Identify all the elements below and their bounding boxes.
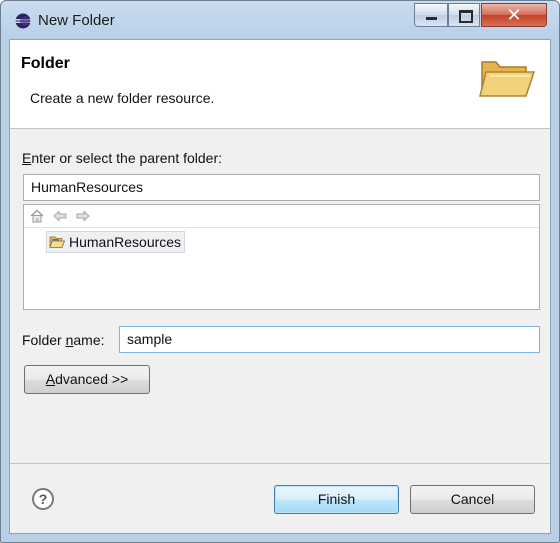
open-folder-icon [479,61,536,97]
eclipse-icon [15,13,31,29]
header-description: Create a new folder resource. [30,90,215,106]
close-button[interactable]: ✕ [481,3,547,27]
folder-name-input[interactable]: sample [119,326,540,353]
tree-item-humanresources[interactable]: HumanResources [46,231,186,253]
folder-tree[interactable]: HumanResources [23,204,540,310]
advanced-button[interactable]: Advanced >> [24,365,150,394]
minimize-icon [426,17,437,20]
home-icon[interactable] [30,209,44,223]
tree-item-label: HumanResources [69,234,182,250]
parent-folder-label: Enter or select the parent folder: [22,150,223,166]
new-folder-dialog: New Folder ✕ Folder Create a new folder … [0,0,560,543]
minimize-button[interactable] [414,3,448,27]
forward-arrow-icon[interactable] [76,209,90,223]
maximize-button[interactable] [448,3,480,27]
window-title: New Folder [38,12,115,29]
dialog-header: Folder Create a new folder resource. [10,40,550,129]
close-icon: ✕ [506,5,522,25]
project-folder-icon [49,236,65,248]
title-bar[interactable]: New Folder ✕ [1,1,559,39]
maximize-icon [459,10,473,23]
dialog-content: Folder Create a new folder resource. Ent… [9,39,551,534]
finish-button[interactable]: Finish [274,485,399,514]
cancel-button[interactable]: Cancel [410,485,535,514]
help-icon[interactable]: ? [32,488,54,510]
footer-separator [10,463,550,464]
back-arrow-icon[interactable] [53,209,67,223]
folder-name-label: Folder name: [22,332,105,348]
parent-folder-input[interactable]: HumanResources [23,174,540,201]
header-title: Folder [21,55,70,72]
tree-toolbar [24,205,539,228]
